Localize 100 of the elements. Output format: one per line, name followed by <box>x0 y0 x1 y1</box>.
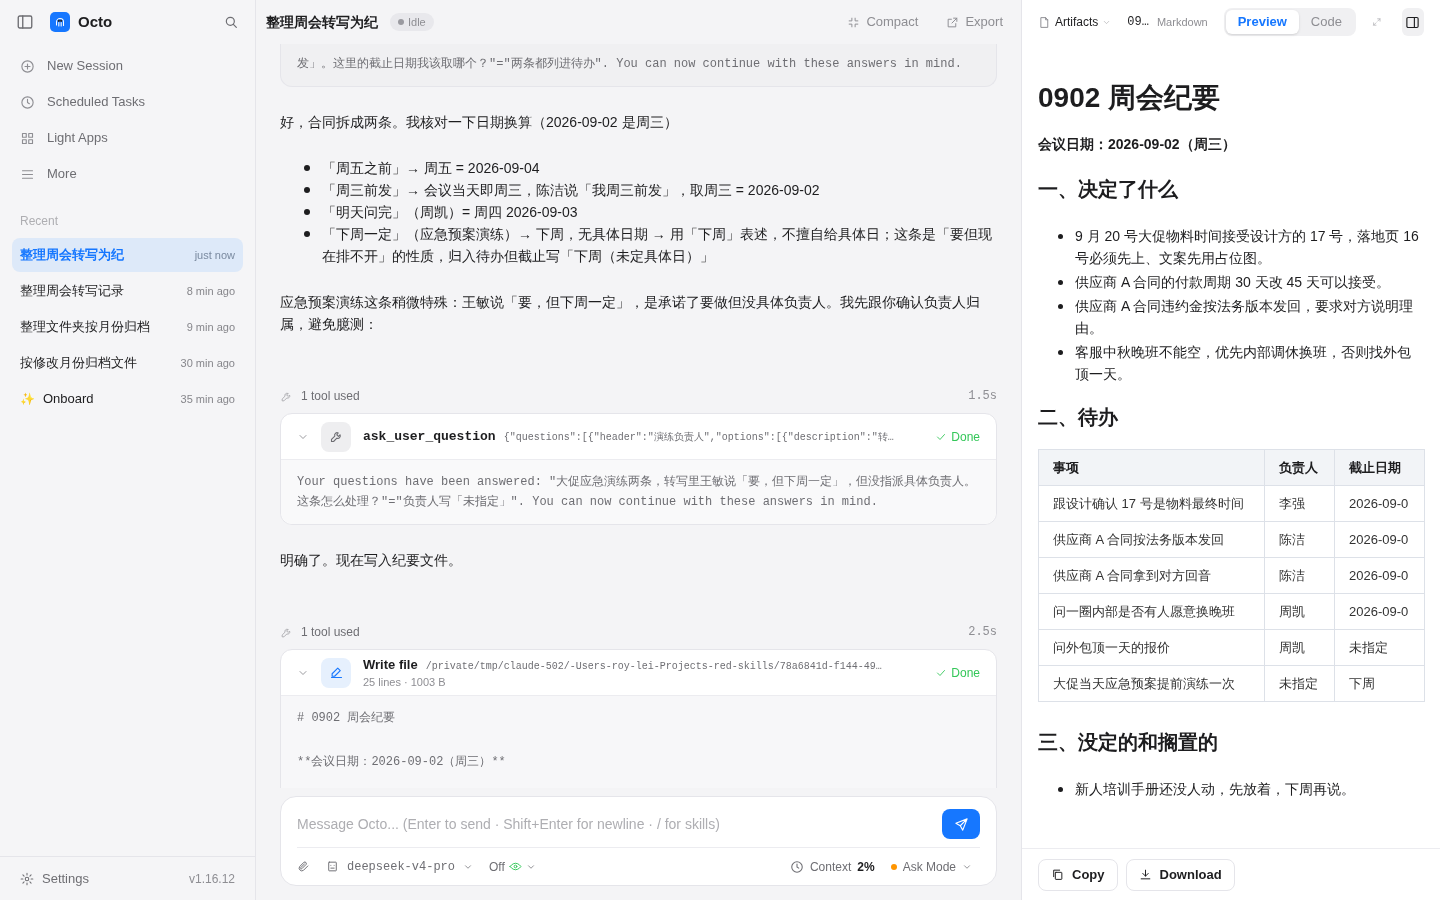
view-tab[interactable]: Preview <box>1225 10 1299 34</box>
session-item[interactable]: 按修改月份归档文件 30 min ago <box>12 346 243 380</box>
grid-icon <box>20 130 35 146</box>
settings-icon <box>20 871 34 886</box>
bullet-icon <box>1058 280 1063 285</box>
session-item[interactable]: 整理文件夹按月份归档 9 min ago <box>12 310 243 344</box>
list-item-text: 「周五之前」→ 周五 = 2026-09-04 <box>322 159 540 178</box>
table-cell: 2026-09-0 <box>1334 557 1425 594</box>
session-item[interactable]: 整理周会转写为纪 just now <box>12 238 243 272</box>
context-value: 2% <box>857 858 875 876</box>
message-input[interactable]: Message Octo... (Enter to send · Shift+Enter for newline · / for skills) <box>297 813 934 835</box>
nav-item[interactable]: More <box>12 156 243 192</box>
section-heading: 三、没定的和搁置的 <box>1038 730 1219 755</box>
chat-title: 整理周会转写为纪 <box>266 12 378 32</box>
table-cell: 未指定 <box>1264 665 1335 702</box>
file-format: Markdown <box>1156 14 1208 30</box>
table-cell: 陈洁 <box>1264 557 1335 594</box>
sidebar-toggle-icon[interactable] <box>16 13 34 31</box>
tool-summary: 1 tool used <box>301 388 361 405</box>
toolbar-button[interactable]: Compact <box>839 12 927 32</box>
file-icon <box>1038 15 1051 29</box>
bullet-icon <box>1058 787 1063 792</box>
clock-icon <box>20 94 35 110</box>
table-cell: 陈洁 <box>1264 521 1335 558</box>
column-header: 截止日期 <box>1334 449 1425 486</box>
session-title: 按修改月份归档文件 <box>20 354 138 373</box>
message-text: 明确了。现在写入纪要文件。 <box>280 551 463 570</box>
list-item-text: 供应商 A 合同的付款周期 30 天改 45 天可以接受。 <box>1075 273 1391 292</box>
session-item[interactable]: ✨ Onboard 35 min ago <box>12 382 243 416</box>
bullet-icon <box>304 231 310 237</box>
list-item-text: 9 月 20 号大促物料时间接受设计方的 17 号，落地页 16 号必须先上、文案先用占位图。 <box>1075 227 1420 268</box>
eye-icon <box>508 860 522 873</box>
plus-circle-icon <box>20 58 35 74</box>
wrench-icon <box>321 421 351 452</box>
view-tab[interactable]: Code <box>1298 10 1354 34</box>
search-icon[interactable] <box>223 14 239 30</box>
model-selector[interactable]: deepseek-v4-pro <box>326 857 474 876</box>
list-item-text: 「明天问完」（周凯）= 周四 2026-09-03 <box>322 203 578 222</box>
bullet-icon <box>1058 304 1063 309</box>
table-cell: 问一圈内部是否有人愿意换晚班 <box>1038 593 1265 630</box>
list-item-text: 客服中秋晚班不能空，优先内部调休换班，否则找外包顶一天。 <box>1075 343 1412 384</box>
session-title: 整理周会转写为纪 <box>20 246 125 265</box>
code-line: 这条怎么处理？"="负责人写「未指定」". You can now continue with these answers in mind. <box>297 494 879 511</box>
tool-args: /private/tmp/claude-502/-Users-roy-lei-Projects-red-skills/78a6841d-f144-49… <box>425 659 882 674</box>
session-time: 35 min ago <box>180 391 235 407</box>
toolbar-button[interactable]: Export <box>938 12 1011 32</box>
panel-toggle-button[interactable] <box>1401 8 1424 36</box>
copy-icon <box>1051 868 1064 881</box>
nav-item[interactable]: Scheduled Tasks <box>12 84 243 120</box>
table-cell: 未指定 <box>1334 629 1425 666</box>
download-button[interactable]: Download <box>1125 858 1235 891</box>
bullet-icon <box>304 209 310 215</box>
table-cell: 供应商 A 合同按法务版本发回 <box>1038 521 1265 558</box>
session-item[interactable]: 整理周会转写记录 8 min ago <box>12 274 243 308</box>
table-cell: 大促当天应急预案提前演练一次 <box>1038 665 1265 702</box>
table-cell: 下周 <box>1334 665 1425 702</box>
column-header: 事项 <box>1038 449 1265 486</box>
tool-name: Write file <box>363 655 418 674</box>
bullet-icon <box>1058 350 1063 355</box>
session-time: 30 min ago <box>180 355 235 371</box>
message-text: 应急预案演练这条稍微特殊：王敏说「要，但下周一定」，是承诺了要做但没具体负责人。我先跟你确认负责人归属，避免臆测： <box>280 293 981 334</box>
bullet-icon <box>304 187 310 193</box>
mode-selector[interactable]: Ask Mode <box>890 857 972 876</box>
done-status: Done <box>935 663 980 682</box>
sidebar-panel-icon <box>1405 14 1421 30</box>
context-label: Context <box>809 858 852 876</box>
settings-link[interactable]: Settings <box>42 868 181 889</box>
clock-icon <box>789 859 804 874</box>
table-cell: 问外包顶一天的报价 <box>1038 629 1265 666</box>
session-title: 整理文件夹按月份归档 <box>20 318 151 337</box>
thinking-toggle[interactable]: Off <box>489 857 536 876</box>
tool-name: ask_user_question <box>363 427 496 446</box>
bullet-icon <box>304 165 310 171</box>
table-cell: 周凯 <box>1264 593 1335 630</box>
artifacts-menu[interactable]: Artifacts <box>1038 13 1112 31</box>
nav-item[interactable]: Light Apps <box>12 120 243 156</box>
session-title: 整理周会转写记录 <box>20 282 125 301</box>
table-cell: 2026-09-0 <box>1334 485 1425 522</box>
message-text: 好，合同拆成两条。我核对一下日期换算（2026-09-02 是周三） <box>280 113 679 132</box>
table-cell: 2026-09-0 <box>1334 593 1425 630</box>
tool-summary: 1 tool used <box>301 624 361 641</box>
done-status: Done <box>935 427 980 446</box>
export-icon <box>946 15 960 29</box>
section-heading: 一、决定了什么 <box>1038 177 1179 202</box>
pen-icon <box>321 657 351 688</box>
table-cell: 周凯 <box>1264 629 1335 666</box>
tool-meta: 25 lines · 1003 B <box>363 675 447 690</box>
session-time: just now <box>194 247 235 263</box>
download-icon <box>1138 868 1152 881</box>
paperclip-icon[interactable] <box>297 860 310 873</box>
send-button[interactable] <box>942 809 980 839</box>
bullet-icon <box>1058 234 1063 239</box>
list-item-text: 供应商 A 合同违约金按法务版本发回，要求对方说明理由。 <box>1075 297 1415 338</box>
document-title: 0902 周会纪要 <box>1038 81 1222 115</box>
compact-icon <box>847 15 861 29</box>
section-heading: Recent <box>19 213 60 230</box>
meeting-date: 会议日期：2026-09-02（周三） <box>1038 135 1237 154</box>
nav-item[interactable]: New Session <box>12 48 243 84</box>
copy-button[interactable]: Copy <box>1038 858 1118 891</box>
tool-duration: 2.5s <box>968 624 997 641</box>
